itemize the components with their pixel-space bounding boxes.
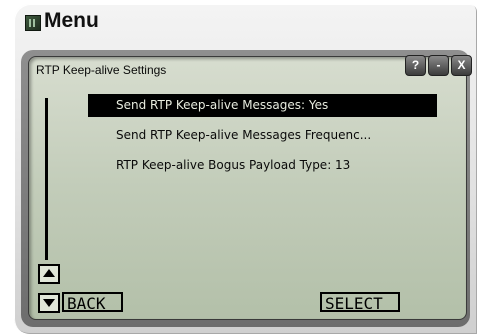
menu-item-keepalive-frequency[interactable]: Send RTP Keep-alive Messages Frequenc...	[88, 124, 437, 147]
menu-app-icon	[25, 15, 41, 31]
back-softkey[interactable]: BACK	[62, 292, 123, 313]
menu-item-bogus-payload-type[interactable]: RTP Keep-alive Bogus Payload Type: 13	[88, 154, 437, 177]
close-button[interactable]: X	[451, 55, 472, 76]
help-button[interactable]: ?	[405, 55, 426, 76]
triangle-up-icon	[43, 269, 55, 277]
triangle-down-icon	[43, 299, 55, 307]
scrollbar-track[interactable]	[45, 98, 48, 260]
menu-item-send-keepalive[interactable]: Send RTP Keep-alive Messages: Yes	[88, 94, 437, 117]
scroll-down-button[interactable]	[38, 293, 60, 313]
select-softkey[interactable]: SELECT	[320, 292, 400, 313]
scroll-up-button[interactable]	[38, 264, 60, 284]
window-title: Menu	[44, 9, 99, 32]
screen-title: RTP Keep-alive Settings	[36, 63, 167, 77]
minimize-button[interactable]: -	[428, 55, 449, 76]
